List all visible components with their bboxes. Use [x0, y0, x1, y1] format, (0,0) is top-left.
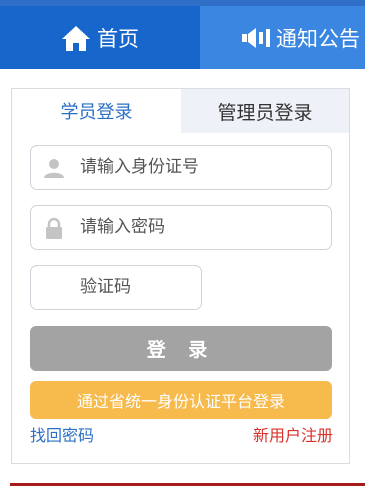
speaker-icon — [242, 28, 270, 48]
password-placeholder: 请输入密码 — [80, 217, 165, 237]
password-field[interactable]: 请输入密码 — [30, 205, 332, 250]
nav-notice[interactable]: 通知公告 — [200, 6, 365, 69]
user-icon — [44, 159, 64, 178]
top-nav: 首页 通知公告 — [0, 0, 365, 69]
tab-admin-login[interactable]: 管理员登录 — [181, 89, 349, 133]
tab-student-login[interactable]: 学员登录 — [12, 89, 181, 133]
captcha-field[interactable]: 验证码 — [30, 265, 202, 310]
home-icon — [62, 25, 90, 51]
id-number-field[interactable]: 请输入身份证号 — [30, 145, 332, 190]
register-link[interactable]: 新用户注册 — [253, 422, 333, 446]
nav-notice-label: 通知公告 — [276, 26, 360, 51]
province-auth-login-button[interactable]: 通过省统一身份认证平台登录 — [30, 381, 332, 419]
nav-home-label: 首页 — [97, 26, 139, 51]
login-tabs: 学员登录 管理员登录 — [12, 89, 349, 133]
login-button[interactable]: 登 录 — [30, 326, 332, 371]
forgot-password-link[interactable]: 找回密码 — [30, 422, 94, 446]
login-card: 学员登录 管理员登录 请输入身份证号 请输入密码 验证码 登 录 通过省统一身份… — [11, 88, 350, 464]
captcha-placeholder: 验证码 — [80, 277, 131, 297]
lock-icon — [46, 217, 62, 239]
nav-home[interactable]: 首页 — [0, 6, 200, 69]
id-number-placeholder: 请输入身份证号 — [80, 157, 199, 177]
